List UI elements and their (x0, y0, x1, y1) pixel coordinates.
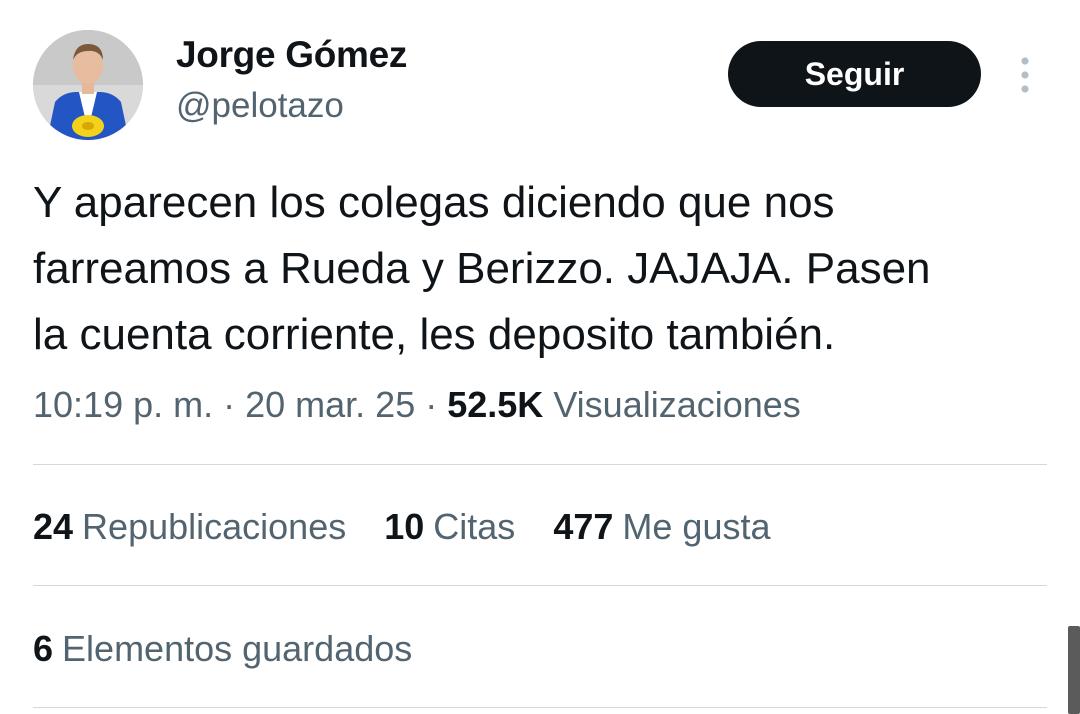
views-label: Visualizaciones (553, 384, 801, 425)
bookmarks-label: Elementos guardados (62, 628, 413, 669)
tweet-time[interactable]: 10:19 p. m. (33, 384, 213, 425)
likes-stat[interactable]: 477 Me gusta (553, 506, 770, 548)
author-handle[interactable]: @pelotazo (176, 86, 344, 126)
meta-separator: · (213, 384, 246, 425)
bookmarks-stat: 6 Elementos guardados (33, 628, 412, 670)
author-name[interactable]: Jorge Gómez (176, 34, 407, 76)
reposts-stat[interactable]: 24 Republicaciones (33, 506, 346, 548)
scrollbar-thumb[interactable] (1068, 626, 1080, 714)
bookmarks-count: 6 (33, 628, 54, 669)
tweet-date[interactable]: 20 mar. 25 (245, 384, 415, 425)
tweet-text-line: Y aparecen los colegas diciendo que nos (33, 178, 835, 227)
divider (33, 707, 1047, 708)
quotes-label: Citas (433, 506, 516, 547)
quotes-count: 10 (384, 506, 425, 547)
tweet-meta: 10:19 p. m. · 20 mar. 25 · 52.5K Visuali… (33, 384, 801, 426)
views-count: 52.5K (447, 384, 544, 425)
more-vertical-icon[interactable] (1010, 56, 1040, 94)
follow-button[interactable]: Seguir (728, 41, 981, 107)
tweet-text: Y aparecen los colegas diciendo que nos … (33, 170, 1053, 368)
engagement-stats: 24 Republicaciones 10 Citas 477 Me gusta (33, 506, 770, 548)
reposts-label: Republicaciones (82, 506, 347, 547)
likes-label: Me gusta (622, 506, 771, 547)
likes-count: 477 (553, 506, 614, 547)
reposts-count: 24 (33, 506, 74, 547)
tweet-text-line: farreamos a Rueda y Berizzo. JAJAJA. Pas… (33, 244, 931, 293)
tweet-text-line: la cuenta corriente, les deposito tambié… (33, 310, 836, 359)
author-avatar[interactable] (33, 30, 143, 140)
quotes-stat[interactable]: 10 Citas (384, 506, 515, 548)
avatar-photo (33, 30, 143, 140)
divider (33, 464, 1047, 465)
meta-separator: · (415, 384, 448, 425)
divider (33, 585, 1047, 586)
